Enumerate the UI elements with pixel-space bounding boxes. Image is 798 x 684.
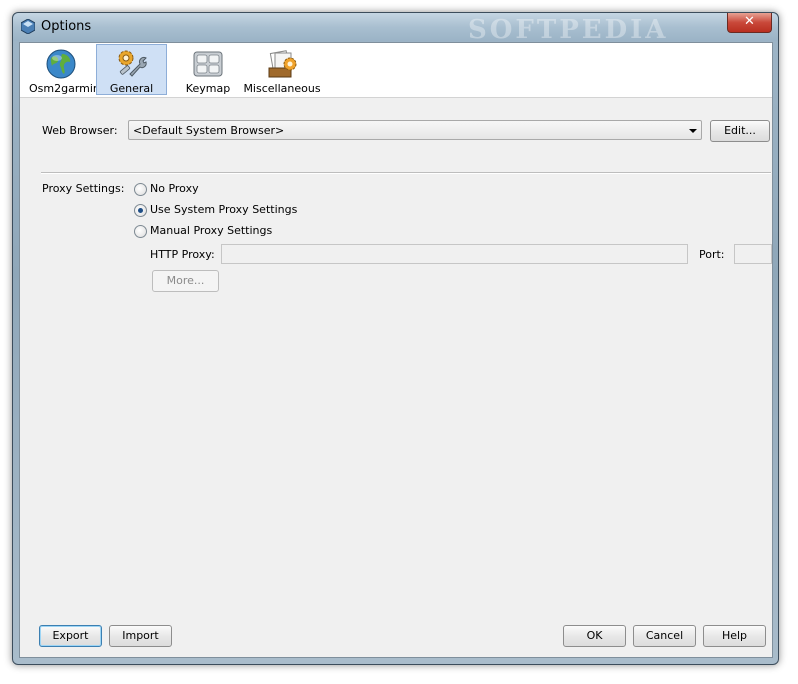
divider xyxy=(41,172,771,174)
radio-label[interactable]: Use System Proxy Settings xyxy=(150,203,297,216)
options-panel: Osm2garmin General Keymap Miscellaneous … xyxy=(19,42,773,658)
keyboard-icon xyxy=(193,51,223,77)
edit-button[interactable]: Edit... xyxy=(710,120,770,142)
tab-label: General xyxy=(109,82,154,95)
radio-button[interactable] xyxy=(134,183,147,196)
tab-keymap[interactable]: Keymap xyxy=(177,44,239,95)
chevron-down-icon xyxy=(689,129,697,133)
port-label: Port: xyxy=(699,248,725,261)
globe-icon xyxy=(46,49,76,79)
close-icon: ✕ xyxy=(744,14,755,29)
radio-label[interactable]: No Proxy xyxy=(150,182,199,195)
http-proxy-label: HTTP Proxy: xyxy=(150,248,215,261)
proxy-settings-label: Proxy Settings: xyxy=(42,182,125,195)
http-proxy-field[interactable] xyxy=(221,244,688,264)
ok-button[interactable]: OK xyxy=(563,625,626,647)
tab-general[interactable]: General xyxy=(96,44,167,95)
watermark-text: SOFTPEDIA xyxy=(468,15,669,45)
web-browser-label: Web Browser: xyxy=(42,124,118,137)
tab-label: Keymap xyxy=(185,82,231,95)
help-button[interactable]: Help xyxy=(703,625,766,647)
radio-label[interactable]: Manual Proxy Settings xyxy=(150,224,272,237)
tab-label: Osm2garmin xyxy=(29,82,100,95)
title-bar[interactable]: Options SOFTPEDIA ✕ xyxy=(13,13,778,45)
radio-button[interactable] xyxy=(134,225,147,238)
radio-button[interactable] xyxy=(134,204,147,217)
category-toolbar: Osm2garmin General Keymap Miscellaneous xyxy=(20,43,772,98)
netbeans-logo-icon xyxy=(21,19,35,34)
gears-icon xyxy=(118,50,147,77)
misc-icon xyxy=(268,50,297,78)
more-button[interactable]: More... xyxy=(152,270,219,292)
window-title: Options xyxy=(41,19,92,34)
tab-osm2garmin[interactable]: Osm2garmin xyxy=(28,44,100,95)
export-button[interactable]: Export xyxy=(39,625,102,647)
web-browser-select[interactable]: <Default System Browser> xyxy=(128,120,702,140)
import-button[interactable]: Import xyxy=(109,625,172,647)
web-browser-value: <Default System Browser> xyxy=(133,124,285,137)
options-window: Options SOFTPEDIA ✕ Osm2garmin General K… xyxy=(12,12,779,665)
tab-label: Miscellaneous xyxy=(243,82,321,95)
close-button[interactable]: ✕ xyxy=(727,13,772,33)
tab-miscellaneous[interactable]: Miscellaneous xyxy=(242,44,322,95)
port-field[interactable] xyxy=(734,244,772,264)
cancel-button[interactable]: Cancel xyxy=(633,625,696,647)
